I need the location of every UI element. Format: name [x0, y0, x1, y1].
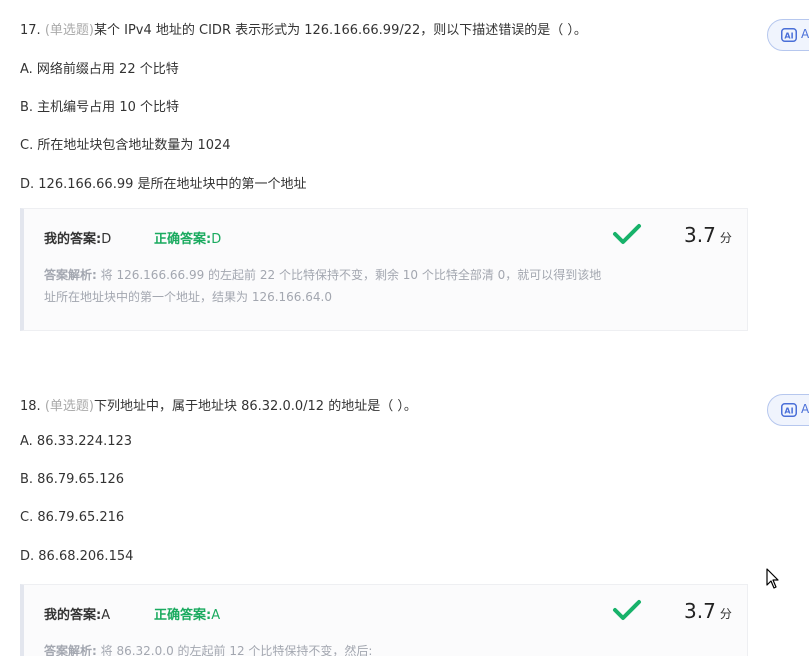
score: 3.7 分	[684, 223, 732, 247]
question-18-title: 18. (单选题)下列地址中，属于地址块 86.32.0.0/12 的地址是（ …	[20, 395, 417, 414]
option-a: A. 网络前缀占用 22 个比特	[20, 62, 179, 77]
option-d: D. 86.68.206.154	[20, 549, 134, 564]
question-17-title: 17. (单选题)某个 IPv4 地址的 CIDR 表示形式为 126.166.…	[20, 19, 587, 38]
quiz-results-page: 17. (单选题)某个 IPv4 地址的 CIDR 表示形式为 126.166.…	[0, 0, 809, 656]
answer-panel-18: 我的答案:A 正确答案:A 3.7 分 答案解析: 将 86.32.0.0 的左起…	[20, 584, 748, 656]
option-c: C. 所在地址块包含地址数量为 1024	[20, 138, 231, 153]
my-answer-value: A	[101, 608, 111, 623]
score-unit: 分	[719, 231, 732, 245]
correct-answer: 正确答案:A	[154, 604, 220, 623]
question-type: (单选题)	[44, 23, 94, 38]
answer-analysis: 答案解析: 将 86.32.0.0 的左起前 12 个比特保持不变，然后:	[44, 640, 644, 656]
check-icon	[613, 600, 641, 620]
question-text: 某个 IPv4 地址的 CIDR 表示形式为 126.166.66.99/22，…	[93, 23, 587, 38]
option-c: C. 86.79.65.216	[20, 510, 125, 525]
question-number: 17.	[20, 23, 41, 38]
svg-text:AI: AI	[784, 407, 793, 416]
score: 3.7 分	[684, 599, 732, 623]
correct-answer-label: 正确答案:	[154, 232, 212, 247]
my-answer-label: 我的答案:	[44, 232, 102, 247]
svg-text:AI: AI	[784, 32, 793, 41]
my-answer: 我的答案:A	[44, 604, 110, 623]
correct-answer-value: D	[211, 232, 222, 247]
ai-icon: AI	[781, 28, 797, 42]
mouse-cursor-icon	[766, 568, 779, 589]
analysis-line-2: 址所在地址块中的第一个地址，结果为 126.166.64.0	[44, 290, 332, 304]
ai-button-label: AI	[801, 27, 809, 41]
correct-answer-label: 正确答案:	[154, 608, 212, 623]
ai-button-label: AI	[801, 402, 809, 416]
analysis-line-1: 答案解析: 将 126.166.66.99 的左起前 22 个比特保持不变，剩余…	[44, 268, 602, 282]
analysis-label: 答案解析:	[44, 268, 97, 282]
question-number: 18.	[20, 399, 41, 414]
option-d: D. 126.166.66.99 是所在地址块中的第一个地址	[20, 177, 307, 192]
correct-answer-value: A	[211, 608, 221, 623]
option-b: B. 主机编号占用 10 个比特	[20, 100, 179, 115]
my-answer-label: 我的答案:	[44, 608, 102, 623]
score-value: 3.7	[684, 223, 716, 247]
question-text: 下列地址中，属于地址块 86.32.0.0/12 的地址是（ ）。	[93, 399, 417, 414]
analysis-label: 答案解析:	[44, 644, 97, 656]
answer-panel-17: 我的答案:D 正确答案:D 3.7 分 答案解析: 将 126.166.66.99…	[20, 208, 748, 331]
score-unit: 分	[719, 607, 732, 621]
score-value: 3.7	[684, 599, 716, 623]
answer-analysis: 答案解析: 将 126.166.66.99 的左起前 22 个比特保持不变，剩余…	[44, 264, 644, 308]
correct-answer: 正确答案:D	[154, 228, 221, 247]
option-b: B. 86.79.65.126	[20, 472, 125, 487]
my-answer: 我的答案:D	[44, 228, 111, 247]
ai-assist-button[interactable]: AI AI	[767, 19, 809, 51]
ai-assist-button[interactable]: AI AI	[767, 394, 809, 426]
option-a: A. 86.33.224.123	[20, 434, 133, 449]
ai-icon: AI	[781, 403, 797, 417]
question-type: (单选题)	[44, 399, 94, 414]
check-icon	[613, 224, 641, 244]
my-answer-value: D	[101, 232, 112, 247]
analysis-line-1: 答案解析: 将 86.32.0.0 的左起前 12 个比特保持不变，然后:	[44, 644, 373, 656]
